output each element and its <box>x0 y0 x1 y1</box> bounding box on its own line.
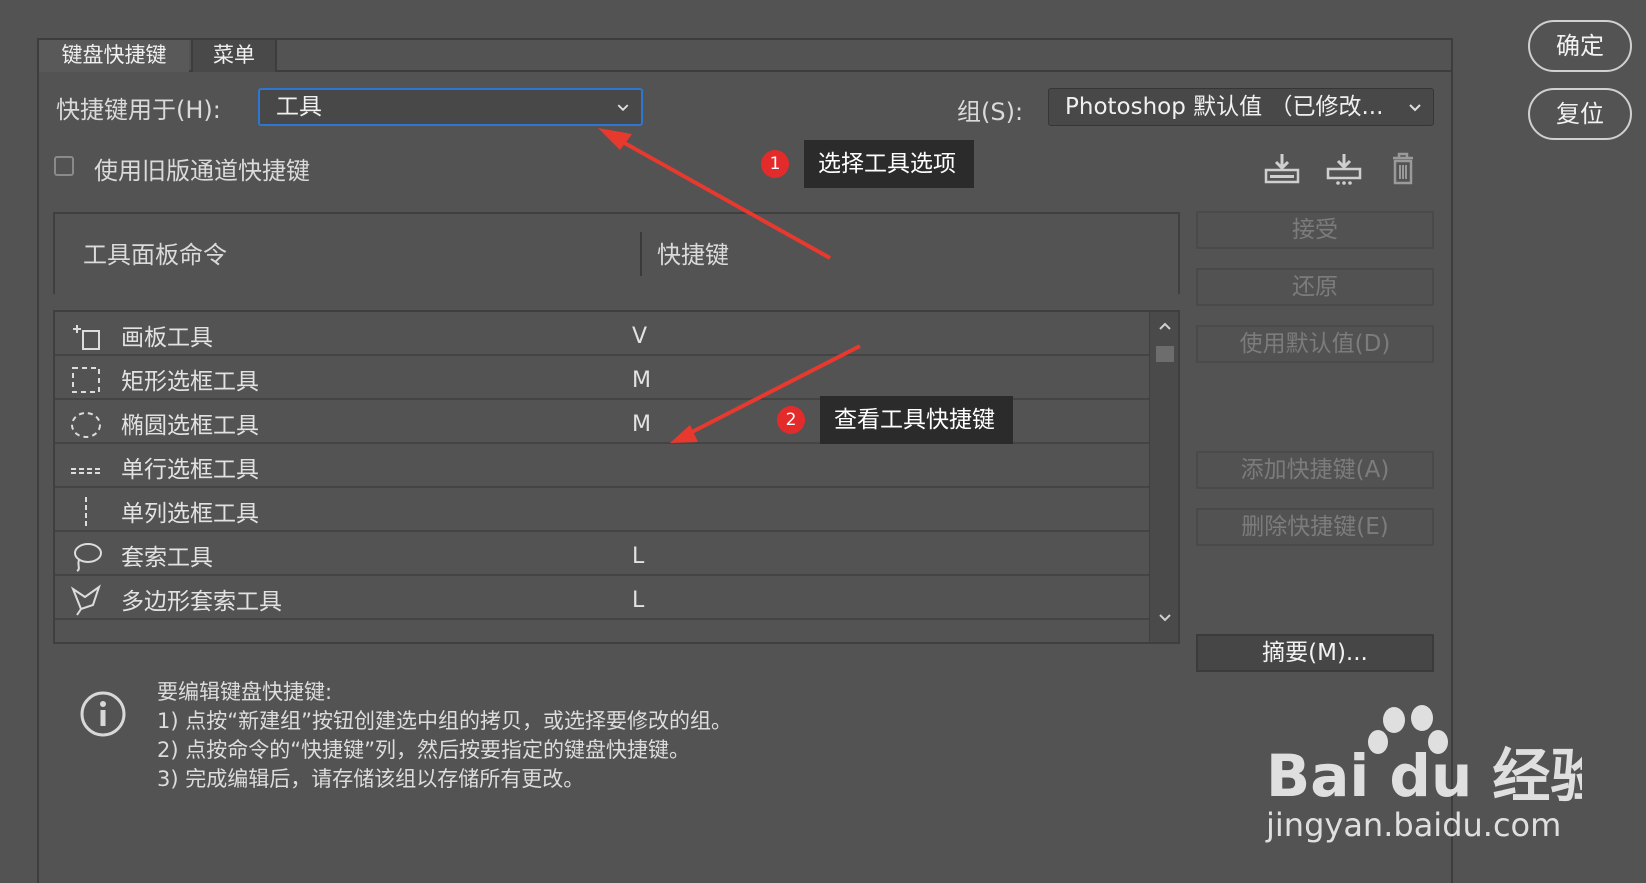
shortcuts-for-value: 工具 <box>276 94 322 120</box>
table-row[interactable]: 套索工具 L <box>55 532 1151 576</box>
save-as-set-icon[interactable] <box>1324 150 1364 186</box>
tool-shortcut[interactable]: V <box>632 324 647 349</box>
tool-shortcut[interactable]: L <box>632 588 644 613</box>
shortcuts-for-label: 快捷键用于(H): <box>56 96 221 124</box>
tool-shortcut[interactable]: M <box>632 368 651 393</box>
summary-button[interactable]: 摘要(M)... <box>1196 634 1434 672</box>
annotation-callout-1: 选择工具选项 <box>804 140 974 188</box>
single-column-marquee-icon <box>85 497 87 527</box>
reset-button[interactable]: 复位 <box>1528 88 1632 140</box>
delete-shortcut-button[interactable]: 删除快捷键(E) <box>1196 508 1434 546</box>
accept-button[interactable]: 接受 <box>1196 211 1434 249</box>
baidu-jingyan-watermark: Bai du 经验 jingyan.baidu.com <box>1265 705 1582 844</box>
save-set-icon[interactable] <box>1262 150 1302 186</box>
table-row[interactable]: 画板工具 V <box>55 312 1151 356</box>
tool-name: 矩形选框工具 <box>121 369 259 395</box>
column-header-command: 工具面板命令 <box>83 241 227 269</box>
tool-name: 单行选框工具 <box>121 457 259 483</box>
table-row[interactable]: 多边形套索工具 L <box>55 576 1151 620</box>
column-header-shortcut: 快捷键 <box>657 241 729 269</box>
tool-shortcut[interactable]: L <box>632 544 644 569</box>
group-value: Photoshop 默认值 （已修改... <box>1065 94 1384 120</box>
table-row[interactable]: 单行选框工具 <box>55 444 1151 488</box>
info-text: 要编辑键盘快捷键: 1) 点按“新建组”按钮创建选中组的拷贝，或选择要修改的组。… <box>157 678 732 794</box>
annotation-badge-2: 2 <box>777 406 805 434</box>
tool-shortcut[interactable]: M <box>632 412 651 437</box>
ok-button[interactable]: 确定 <box>1528 20 1632 72</box>
single-row-marquee-icon <box>71 468 101 474</box>
annotation-callout-2: 查看工具快捷键 <box>820 396 1013 444</box>
shortcuts-for-select[interactable]: 工具 <box>258 88 643 126</box>
info-line-2: 2) 点按命令的“快捷键”列，然后按要指定的键盘快捷键。 <box>157 738 690 762</box>
tool-name: 套索工具 <box>121 545 213 571</box>
add-shortcut-button[interactable]: 添加快捷键(A) <box>1196 451 1434 489</box>
info-line-1: 1) 点按“新建组”按钮创建选中组的拷贝，或选择要修改的组。 <box>157 709 732 733</box>
lasso-icon <box>74 543 102 572</box>
table-row-partial <box>55 620 1151 642</box>
tool-name: 多边形套索工具 <box>121 589 282 615</box>
list-scrollbar[interactable] <box>1149 312 1178 642</box>
info-icon <box>80 691 126 737</box>
chevron-down-icon <box>617 104 629 112</box>
use-default-button[interactable]: 使用默认值(D) <box>1196 325 1434 363</box>
info-line-3: 3) 完成编辑后，请存储该组以存储所有更改。 <box>157 767 585 791</box>
tool-list: 画板工具 V 矩形选框工具 M 椭圆选框工具 M 单行选框工具 单列选框工具 套… <box>53 310 1180 644</box>
tool-name: 椭圆选框工具 <box>121 413 259 439</box>
info-title: 要编辑键盘快捷键: <box>157 680 333 704</box>
artboard-tool-icon <box>73 325 100 350</box>
annotation-badge-1: 1 <box>761 150 789 178</box>
scrollbar-thumb[interactable] <box>1156 346 1174 362</box>
trash-icon[interactable] <box>1383 150 1423 186</box>
undo-button[interactable]: 还原 <box>1196 268 1434 306</box>
ellipse-marquee-icon <box>71 412 101 438</box>
tool-name: 画板工具 <box>121 325 213 351</box>
legacy-channel-label: 使用旧版通道快捷键 <box>94 157 310 185</box>
chevron-down-icon[interactable] <box>1157 612 1173 624</box>
group-label: 组(S): <box>957 98 1024 126</box>
legacy-channel-checkbox[interactable] <box>54 156 74 176</box>
watermark-url: jingyan.baidu.com <box>1265 806 1561 844</box>
chevron-down-icon <box>1409 104 1421 112</box>
tool-name: 单列选框工具 <box>121 501 259 527</box>
table-row[interactable]: 矩形选框工具 M <box>55 356 1151 400</box>
rect-marquee-icon <box>72 367 100 393</box>
column-separator <box>640 232 642 276</box>
polygonal-lasso-icon <box>70 584 101 616</box>
chevron-up-icon[interactable] <box>1157 320 1173 332</box>
group-select[interactable]: Photoshop 默认值 （已修改... <box>1048 88 1434 126</box>
table-row[interactable]: 单列选框工具 <box>55 488 1151 532</box>
watermark-brand: Bai du 经验 <box>1266 742 1582 810</box>
